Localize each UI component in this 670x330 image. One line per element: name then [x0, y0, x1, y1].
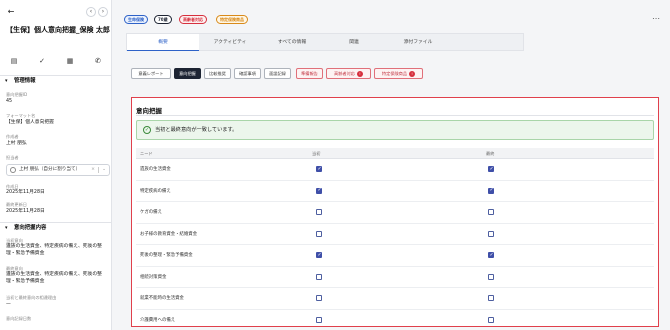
subtab-meeting[interactable]: 面談記録 [264, 68, 291, 79]
record-sidebar: ← ‹ › 【生保】個人意向把握_保険 太郎 ▤ ✓ ▦ ✆ ▾ 管理情報 意向… [0, 0, 112, 330]
need-label: 遺族の生活資金 [140, 167, 171, 172]
need-label: 特定疾病の備え [140, 188, 171, 194]
chevron-down-icon: ▾ [5, 225, 8, 231]
calendar-icon[interactable]: ▦ [64, 55, 76, 67]
field-value: 2025年11月28日 [6, 209, 45, 214]
table-row: 介護費用への備え [136, 310, 654, 330]
field-value: 【生保】個人意向把握 [6, 120, 54, 125]
final-checkbox[interactable] [488, 316, 494, 323]
subtab-prep-report[interactable]: 準備報告 [296, 68, 323, 79]
initial-checkbox[interactable] [316, 230, 322, 237]
tab-activity[interactable]: アクティビティ [199, 34, 261, 51]
need-label: お子様の教育資金・結婚資金 [140, 231, 198, 237]
table-row: ケガの備え [136, 202, 654, 224]
final-checkbox[interactable] [488, 295, 494, 301]
assignee-select[interactable]: 上村 朋弘（自分に割り当て） × ⌄ [6, 164, 110, 176]
initial-checkbox[interactable] [316, 209, 322, 215]
field-value: — [6, 302, 11, 307]
record-tabs: 概要 アクティビティ すべての情報 関連 添付ファイル [126, 33, 524, 51]
subtab-intent[interactable]: 意向把握 [174, 68, 201, 79]
section-intent[interactable]: ▾ 意向把握内容 [0, 222, 112, 233]
need-label: 死後の整理・緊急予備資金 [140, 253, 193, 258]
subtab-report[interactable]: 意義レポート [131, 68, 171, 79]
panel-title: 意向把握 [136, 107, 162, 115]
need-label: ケガの備え [140, 210, 162, 215]
table-row: 就業不能時の生活資金 [136, 288, 654, 310]
subtab-confirm[interactable]: 確認事項 [234, 68, 261, 79]
table-header: ニード 当初 最終 [136, 148, 654, 159]
phone-icon[interactable]: ✆ [92, 55, 104, 67]
clear-icon[interactable]: × [91, 165, 95, 175]
tag-life-insurance: 生命保険 [124, 15, 148, 24]
column-final: 最終 [486, 151, 495, 156]
record-main: 生命保険 70歳 高齢者対応 特定保険商品 ⋯ 概要 アクティビティ すべての情… [112, 0, 670, 330]
need-label: 介護費用への備え [140, 317, 176, 323]
more-options-icon[interactable]: ⋯ [652, 14, 660, 23]
chevron-down-icon: ▾ [5, 78, 8, 84]
initial-checkbox[interactable] [316, 316, 322, 323]
initial-checkbox[interactable] [316, 252, 322, 258]
column-need: ニード [140, 151, 153, 156]
field-value: 遺族の生活資金、特定疾病の備え、死後の整理・緊急予備資金 [6, 244, 102, 256]
need-label: 相続対策資金 [140, 274, 167, 280]
tag-age: 70歳 [154, 15, 172, 24]
table-row: 死後の整理・緊急予備資金 [136, 245, 654, 267]
alert-message: 当初と最終意向が一致しています。 [155, 127, 238, 133]
comment-icon[interactable]: ▤ [8, 55, 20, 67]
final-checkbox[interactable] [488, 252, 494, 258]
tag-specific-product: 特定保険商品 [216, 15, 248, 24]
field-value: 上村 朋弘 [6, 141, 27, 146]
check-icon[interactable]: ✓ [36, 55, 48, 67]
field-value: 2025年11月28日 [6, 190, 45, 195]
tab-all-info[interactable]: すべての情報 [261, 34, 323, 51]
intent-panel: 意向把握 ✓ 当初と最終意向が一致しています。 ニード 当初 最終 遺族の生活資… [131, 97, 659, 327]
alert-badge-icon: ! [356, 71, 363, 77]
final-checkbox[interactable] [488, 187, 494, 194]
sidebar-topnav: ← ‹ › [0, 0, 112, 24]
table-row: 遺族の生活資金 [136, 159, 654, 181]
tag-elderly: 高齢者対応 [179, 15, 207, 24]
final-checkbox[interactable] [488, 209, 494, 215]
alert-badge-icon: ! [409, 71, 416, 77]
field-value: 45 [6, 99, 13, 104]
table-row: お子様の教育資金・結婚資金 [136, 224, 654, 245]
avatar [10, 167, 16, 173]
initial-checkbox[interactable] [316, 295, 322, 301]
record-title: 【生保】個人意向把握_保険 太郎 [6, 26, 110, 34]
tab-overview[interactable]: 概要 [127, 34, 199, 51]
initial-checkbox[interactable] [316, 166, 322, 172]
tab-attachments[interactable]: 添付ファイル [385, 34, 451, 51]
table-row: 特定疾病の備え [136, 181, 654, 202]
tab-related[interactable]: 関連 [323, 34, 385, 51]
initial-checkbox[interactable] [316, 273, 322, 280]
record-actions: ▤ ✓ ▦ ✆ [6, 55, 106, 67]
section-management[interactable]: ▾ 管理情報 [0, 75, 112, 86]
chevron-down-icon[interactable]: ⌄ [102, 165, 106, 175]
subtab-compare[interactable]: 比較推奨 [204, 68, 231, 79]
table-row: 相続対策資金 [136, 267, 654, 288]
check-circle-icon: ✓ [143, 126, 151, 134]
final-checkbox[interactable] [488, 230, 494, 237]
final-checkbox[interactable] [488, 273, 494, 280]
field-label: 意向記録日数 [6, 316, 32, 321]
column-initial: 当初 [312, 151, 321, 156]
subtab-specific-product[interactable]: 特定保険商品! [374, 68, 423, 79]
next-record-icon[interactable]: › [98, 7, 108, 17]
field-label: 担当者 [6, 155, 19, 160]
initial-checkbox[interactable] [316, 187, 322, 194]
final-checkbox[interactable] [488, 166, 494, 172]
field-value: 遺族の生活資金、特定疾病の備え、死後の整理・緊急予備資金 [6, 272, 102, 284]
back-arrow-icon[interactable]: ← [6, 7, 16, 17]
prev-record-icon[interactable]: ‹ [86, 7, 96, 17]
match-alert: ✓ 当初と最終意向が一致しています。 [136, 120, 654, 140]
need-label: 就業不能時の生活資金 [140, 296, 184, 301]
subtab-elderly[interactable]: 高齢者対応! [326, 68, 371, 79]
